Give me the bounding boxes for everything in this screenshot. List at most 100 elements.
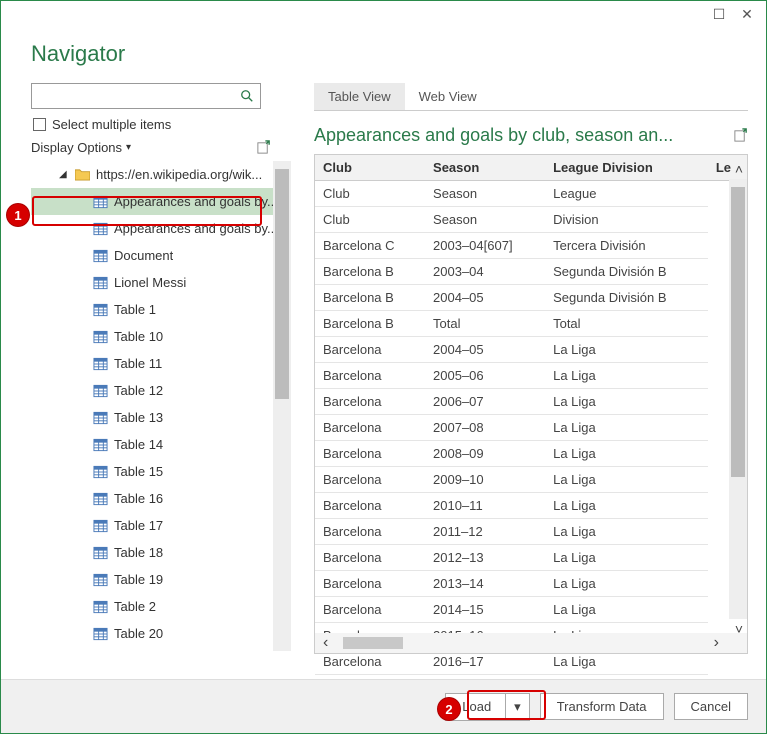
table-icon — [93, 330, 108, 344]
scroll-left-icon[interactable]: ‹ — [323, 634, 328, 652]
scrollbar-thumb[interactable] — [275, 169, 289, 399]
table-row[interactable]: Barcelona2012–13La Liga — [315, 545, 747, 571]
table-cell: 2006–07 — [425, 389, 545, 415]
table-cell: 2010–11 — [425, 493, 545, 519]
close-button[interactable]: ✕ — [738, 5, 756, 23]
scroll-up-icon[interactable]: ˄ — [735, 161, 743, 177]
column-header[interactable]: League Division — [545, 155, 708, 181]
table-row[interactable]: Barcelona B2003–04Segunda División B — [315, 259, 747, 285]
table-icon — [93, 438, 108, 452]
search-input[interactable] — [31, 83, 261, 109]
folder-label: https://en.wikipedia.org/wik... — [96, 167, 262, 182]
tree-item[interactable]: Table 19 — [31, 566, 291, 593]
table-row[interactable]: Barcelona B2004–05Segunda División B — [315, 285, 747, 311]
table-horizontal-scrollbar[interactable]: ‹ › — [315, 633, 747, 653]
table-row[interactable]: Barcelona2004–05La Liga — [315, 337, 747, 363]
table-cell: 2012–13 — [425, 545, 545, 571]
table-cell: 2007–08 — [425, 415, 545, 441]
tree-item[interactable]: Appearances and goals by... — [31, 188, 291, 215]
table-row[interactable]: Barcelona2005–06La Liga — [315, 363, 747, 389]
table-cell: Club — [315, 181, 425, 207]
table-vertical-scrollbar[interactable]: ˄ ˅ — [729, 179, 747, 619]
table-row[interactable]: Barcelona2009–10La Liga — [315, 467, 747, 493]
scroll-right-icon[interactable]: › — [714, 634, 719, 652]
tree-item-label: Table 20 — [114, 626, 163, 641]
table-cell: 2005–06 — [425, 363, 545, 389]
table-row[interactable]: Barcelona C2003–04[607]Tercera División — [315, 233, 747, 259]
tree-item[interactable]: Table 16 — [31, 485, 291, 512]
tree-item[interactable]: Lionel Messi — [31, 269, 291, 296]
table-cell: Segunda División B — [545, 285, 708, 311]
folder-icon — [75, 168, 90, 181]
navigator-tree[interactable]: ◢ https://en.wikipedia.org/wik... Appear… — [31, 161, 291, 651]
tree-item-label: Table 15 — [114, 464, 163, 479]
tree-item[interactable]: Table 11 — [31, 350, 291, 377]
table-row[interactable]: Barcelona2008–09La Liga — [315, 441, 747, 467]
table-icon — [93, 357, 108, 371]
tree-item[interactable]: Table 13 — [31, 404, 291, 431]
table-icon — [93, 546, 108, 560]
tree-item-label: Appearances and goals by... — [114, 194, 278, 209]
tree-folder[interactable]: ◢ https://en.wikipedia.org/wik... — [31, 161, 291, 188]
table-icon — [93, 384, 108, 398]
table-cell: Club — [315, 207, 425, 233]
select-multiple-checkbox[interactable]: Select multiple items — [33, 117, 276, 132]
table-cell: Barcelona — [315, 467, 425, 493]
table-row[interactable]: Barcelona2013–14La Liga — [315, 571, 747, 597]
column-header[interactable]: Club — [315, 155, 425, 181]
table-cell: La Liga — [545, 415, 708, 441]
column-header[interactable]: Season — [425, 155, 545, 181]
table-cell: Barcelona — [315, 545, 425, 571]
scrollbar-thumb[interactable] — [731, 187, 745, 477]
search-icon — [240, 89, 254, 103]
table-cell: Barcelona — [315, 571, 425, 597]
tree-item-label: Table 10 — [114, 329, 163, 344]
load-dropdown-icon[interactable]: ▾ — [505, 693, 530, 721]
maximize-button[interactable]: ☐ — [710, 5, 728, 23]
table-row[interactable]: Barcelona2007–08La Liga — [315, 415, 747, 441]
tab-web-view[interactable]: Web View — [405, 83, 491, 110]
tree-item[interactable]: Table 20 — [31, 620, 291, 647]
checkbox-icon — [33, 118, 46, 131]
tree-item[interactable]: Table 17 — [31, 512, 291, 539]
tree-item[interactable]: Document — [31, 242, 291, 269]
display-options-dropdown[interactable]: Display Options ▾ — [31, 140, 131, 155]
tab-table-view[interactable]: Table View — [314, 83, 405, 110]
table-row[interactable]: Barcelona2014–15La Liga — [315, 597, 747, 623]
preview-refresh-icon[interactable] — [733, 128, 748, 143]
cancel-button[interactable]: Cancel — [674, 693, 748, 720]
table-cell: 2004–05 — [425, 285, 545, 311]
table-cell: Barcelona — [315, 337, 425, 363]
table-cell: 2004–05 — [425, 337, 545, 363]
table-cell: La Liga — [545, 493, 708, 519]
tree-item[interactable]: Table 2 — [31, 593, 291, 620]
refresh-icon[interactable] — [256, 140, 271, 155]
transform-data-button[interactable]: Transform Data — [540, 693, 664, 720]
table-cell: Season — [425, 181, 545, 207]
table-row[interactable]: Barcelona BTotalTotal — [315, 311, 747, 337]
table-row[interactable]: ClubSeasonDivision — [315, 207, 747, 233]
tree-item[interactable]: Table 1 — [31, 296, 291, 323]
scrollbar-thumb[interactable] — [343, 637, 403, 649]
table-row[interactable]: Barcelona2006–07La Liga — [315, 389, 747, 415]
table-row[interactable]: Barcelona2011–12La Liga — [315, 519, 747, 545]
table-cell: 2009–10 — [425, 467, 545, 493]
data-table: ClubSeasonLeague DivisionLe ClubSeasonLe… — [315, 155, 747, 701]
tree-item[interactable]: Appearances and goals by... — [31, 215, 291, 242]
tree-item[interactable]: Table 12 — [31, 377, 291, 404]
tree-item-label: Table 14 — [114, 437, 163, 452]
tree-item[interactable]: Table 14 — [31, 431, 291, 458]
table-cell: Total — [545, 311, 708, 337]
table-row[interactable]: ClubSeasonLeague — [315, 181, 747, 207]
tree-scrollbar[interactable] — [273, 161, 291, 651]
table-cell: Segunda División B — [545, 259, 708, 285]
tree-item[interactable]: Table 15 — [31, 458, 291, 485]
table-cell: La Liga — [545, 571, 708, 597]
table-row[interactable]: Barcelona2010–11La Liga — [315, 493, 747, 519]
tree-item[interactable]: Table 10 — [31, 323, 291, 350]
preview-pane: Table View Web View Appearances and goal… — [314, 83, 748, 654]
table-cell: La Liga — [545, 467, 708, 493]
tree-item-label: Table 12 — [114, 383, 163, 398]
table-cell: Barcelona — [315, 441, 425, 467]
tree-item[interactable]: Table 18 — [31, 539, 291, 566]
